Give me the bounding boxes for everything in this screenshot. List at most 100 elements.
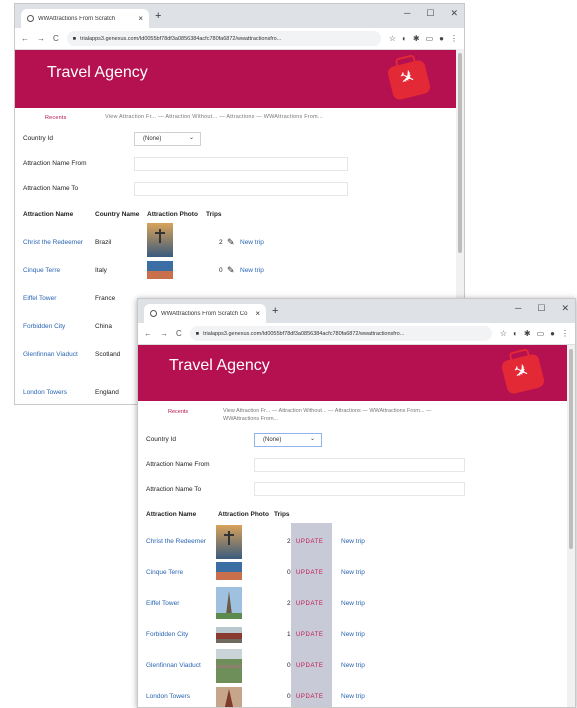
update-button[interactable]: UPDATE [296,601,324,607]
app-title: Travel Agency [169,357,270,374]
tab-bar: WWAttractions From Scratch Co × + ─ ☐ ✕ [138,299,575,323]
pencil-icon[interactable]: ✎ [227,265,235,276]
new-tab-icon[interactable]: + [155,10,161,22]
avatar[interactable]: ● [439,34,444,43]
new-trip-link[interactable]: New trip [240,239,264,246]
col-trips[interactable]: Trips [206,211,222,218]
country-id-select[interactable]: (None) ⌄ [134,132,201,146]
table-row-country: France [95,295,116,302]
back-icon[interactable]: ← [21,34,29,43]
trips-count: 0 [287,569,291,576]
table-row-name-link[interactable]: London Towers [23,389,67,396]
menu-icon[interactable]: ⋮ [561,329,569,338]
browser-tab[interactable]: WWAttractions From Scratch Co × [144,304,266,323]
tab-bar: WWAttractions From Scratch × + ─ ☐ ✕ [15,4,464,28]
scrollbar-thumb[interactable] [458,53,462,253]
scrollbar-thumb[interactable] [569,349,573,549]
trips-count: 0 [287,662,291,669]
scrollbar[interactable] [567,345,575,707]
update-button[interactable]: UPDATE [296,694,324,700]
update-button[interactable]: UPDATE [296,663,324,669]
col-attraction-photo[interactable]: Attraction Photo [218,511,269,518]
browser-tab[interactable]: WWAttractions From Scratch × [21,9,149,28]
name-to-input[interactable] [134,182,348,196]
table-row-name-link[interactable]: London Towers [146,693,190,700]
forward-icon[interactable]: → [160,329,168,338]
breadcrumb-line2[interactable]: WWAttractions From... [223,416,278,422]
table-row-name-link[interactable]: Glenfinnan Viaduct [23,351,78,358]
pencil-icon[interactable]: ✎ [227,237,235,248]
close-window-icon[interactable]: ✕ [450,8,458,19]
app-header: Travel Agency ✈ [138,345,575,401]
new-tab-icon[interactable]: + [272,305,278,317]
attraction-photo [216,587,242,619]
lock-icon: ■ [72,35,77,42]
new-trip-link[interactable]: New trip [341,693,365,700]
attraction-photo [147,223,173,257]
trips-count: 2 [287,538,291,545]
name-from-input[interactable] [134,157,348,171]
attraction-photo [216,562,242,580]
name-from-input[interactable] [254,458,465,472]
country-id-select[interactable]: (None) ⌄ [254,433,322,447]
table-row-name-link[interactable]: Christ the Redeemer [146,538,206,545]
puzzle-icon[interactable]: ✱ [524,329,531,338]
recents-link[interactable]: Recents [168,409,188,415]
url-field[interactable]: ■ trialapps3.genexus.com/Id0055bf78df3a0… [66,31,381,46]
new-trip-link[interactable]: New trip [341,662,365,669]
browser-window-front: WWAttractions From Scratch Co × + ─ ☐ ✕ … [137,298,576,708]
menu-icon[interactable]: ⋮ [450,34,458,43]
new-trip-link[interactable]: New trip [341,600,365,607]
country-id-label: Country Id [23,135,53,142]
back-icon[interactable]: ← [144,329,152,338]
attraction-photo [216,627,242,643]
col-country-name[interactable]: Country Name [95,211,139,218]
minimize-icon[interactable]: ─ [404,8,410,19]
sidebar-icon[interactable]: ▭ [537,329,545,338]
extension-icon[interactable]: ◐ [402,34,407,43]
new-trip-link[interactable]: New trip [240,267,264,274]
update-button[interactable]: UPDATE [296,570,324,576]
table-row-name-link[interactable]: Forbidden City [146,631,188,638]
breadcrumb[interactable]: View Attraction Fr... — Attraction Witho… [105,114,323,120]
col-attraction-name[interactable]: Attraction Name [146,511,196,518]
close-tab-icon[interactable]: × [255,309,260,318]
update-button[interactable]: UPDATE [296,539,324,545]
close-window-icon[interactable]: ✕ [561,303,569,314]
table-row-name-link[interactable]: Christ the Redeemer [23,239,83,246]
table-row-name-link[interactable]: Eiffel Tower [146,600,179,607]
col-trips[interactable]: Trips [274,511,290,518]
forward-icon[interactable]: → [37,34,45,43]
tab-title: WWAttractions From Scratch [38,15,116,22]
name-to-label: Attraction Name To [23,185,79,192]
table-row-name-link[interactable]: Glenfinnan Viaduct [146,662,201,669]
reload-icon[interactable]: C [176,329,182,338]
name-to-input[interactable] [254,482,465,496]
new-trip-link[interactable]: New trip [341,538,365,545]
extension-icon[interactable]: ◐ [513,329,518,338]
star-icon[interactable]: ☆ [389,34,396,43]
puzzle-icon[interactable]: ✱ [413,34,420,43]
table-row-country: Italy [95,267,107,274]
new-trip-link[interactable]: New trip [341,631,365,638]
maximize-icon[interactable]: ☐ [537,303,545,314]
avatar[interactable]: ● [550,329,555,338]
close-tab-icon[interactable]: × [138,14,143,23]
reload-icon[interactable]: C [53,34,59,43]
breadcrumb[interactable]: View Attraction Fr... — Attraction Witho… [223,408,431,414]
col-attraction-name[interactable]: Attraction Name [23,211,73,218]
maximize-icon[interactable]: ☐ [426,8,434,19]
star-icon[interactable]: ☆ [500,329,507,338]
table-row-name-link[interactable]: Cinque Terre [146,569,183,576]
recents-link[interactable]: Recents [45,115,67,121]
sidebar-icon[interactable]: ▭ [426,34,434,43]
col-attraction-photo[interactable]: Attraction Photo [147,211,198,218]
minimize-icon[interactable]: ─ [515,303,521,314]
update-button[interactable]: UPDATE [296,632,324,638]
table-row-name-link[interactable]: Eiffel Tower [23,295,56,302]
table-row-name-link[interactable]: Forbidden City [23,323,65,330]
url-field[interactable]: ■ trialapps3.genexus.com/Id0055bf78df3a0… [189,326,492,341]
update-column-highlight [291,523,332,707]
table-row-name-link[interactable]: Cinque Terre [23,267,60,274]
new-trip-link[interactable]: New trip [341,569,365,576]
